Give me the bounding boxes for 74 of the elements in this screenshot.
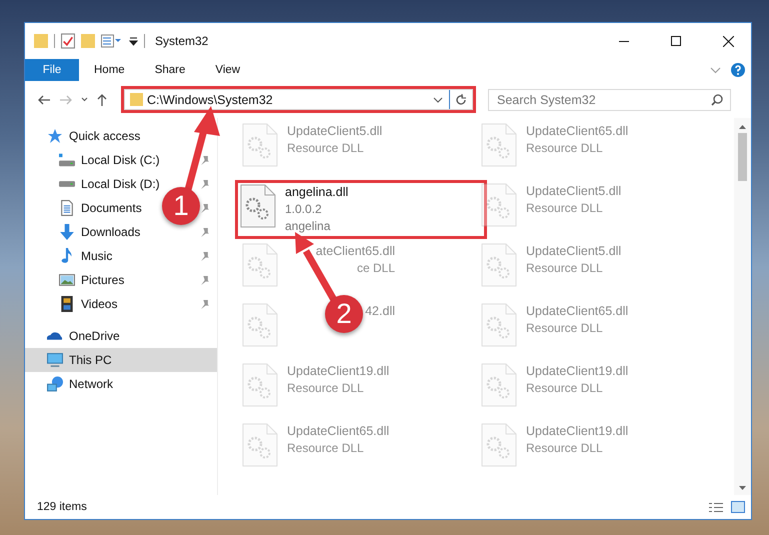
file-detail: Resource DLL [526, 140, 603, 157]
file-name[interactable]: angelina.dll [285, 184, 348, 201]
chevron-down-icon[interactable] [433, 96, 443, 102]
maximize-icon [671, 36, 681, 46]
close-icon [722, 36, 734, 46]
forward-arrow-icon [60, 94, 72, 104]
details-view-icon[interactable] [709, 502, 723, 512]
nav-item[interactable]: OneDrive [47, 329, 120, 343]
down-caret-icon[interactable] [739, 486, 746, 491]
up-caret-icon[interactable] [739, 124, 746, 129]
checklist-icon[interactable] [61, 33, 75, 49]
file-detail: Resource DLL [526, 200, 603, 217]
list-dropdown-icon[interactable] [101, 34, 123, 48]
item-count: 129 items [37, 501, 87, 513]
nav-item[interactable]: Pictures [59, 272, 124, 288]
nav-item[interactable]: Local Disk (C:) [59, 152, 160, 168]
file-gear-icon [242, 243, 278, 287]
file-detail: ce DLL [356, 260, 395, 277]
cloud-icon [47, 331, 63, 341]
file-gear-icon [481, 123, 517, 167]
file-detail: angelina [285, 218, 330, 235]
file-gear-icon [240, 184, 276, 228]
folder-icon [130, 93, 143, 106]
network-icon [47, 376, 63, 392]
nav-item[interactable]: Quick access [47, 128, 140, 144]
tiles-view-icon[interactable] [731, 501, 745, 513]
scrollbar[interactable] [734, 118, 751, 495]
film-icon [59, 296, 75, 312]
ribbon-tab[interactable]: Home [79, 59, 140, 81]
window-title: System32 [155, 34, 208, 48]
minimize-icon [619, 40, 629, 42]
document-icon [59, 200, 75, 216]
file-detail: Resource DLL [526, 440, 603, 457]
file-gear-icon [242, 303, 278, 347]
file-gear-icon [481, 243, 517, 287]
ribbon-tab[interactable]: File [25, 59, 79, 81]
search-field[interactable]: Search System32 [488, 88, 731, 110]
ribbon-tab[interactable]: View [200, 59, 256, 81]
picture-icon [59, 272, 75, 288]
down-arrow-icon [59, 224, 75, 240]
scroll-thumb[interactable] [738, 133, 747, 181]
file-detail: 1.0.0.2 [285, 201, 322, 218]
refresh-icon[interactable] [455, 94, 467, 106]
nav-item[interactable]: Downloads [59, 224, 140, 240]
star-icon [47, 128, 63, 144]
file-detail: Resource DLL [526, 260, 603, 277]
nav-item[interactable]: Music [59, 248, 112, 264]
chevron-down-icon [80, 97, 88, 102]
drive-icon [59, 152, 75, 168]
back-arrow-icon [38, 94, 50, 104]
file-detail: Resource DLL [526, 380, 603, 397]
file-detail: Resource DLL [287, 140, 364, 157]
file-detail: Resource DLL [287, 440, 364, 457]
file-gear-icon [481, 363, 517, 407]
customize-menu-icon[interactable] [129, 36, 138, 46]
nav-item[interactable]: Documents [59, 200, 142, 216]
file-detail: Resource DLL [287, 380, 364, 397]
file-gear-icon [242, 363, 278, 407]
help-icon[interactable] [731, 63, 745, 77]
ribbon-tab[interactable]: Share [140, 59, 200, 81]
address-bar[interactable]: C:\Windows\System32 [124, 89, 473, 110]
monitor-icon [47, 352, 63, 368]
file-gear-icon [481, 303, 517, 347]
file-detail: Resource DLL [526, 320, 603, 337]
file-gear-icon [481, 423, 517, 467]
up-arrow-icon [97, 94, 107, 106]
drive-icon [59, 181, 75, 187]
nav-item[interactable]: Local Disk (D:) [59, 177, 160, 191]
nav-item[interactable]: This PC [47, 352, 112, 368]
file-gear-icon [481, 183, 517, 227]
file-gear-icon [242, 423, 278, 467]
nav-item[interactable]: Network [47, 376, 114, 392]
nav-item[interactable]: Videos [59, 296, 118, 312]
file-gear-icon [242, 123, 278, 167]
